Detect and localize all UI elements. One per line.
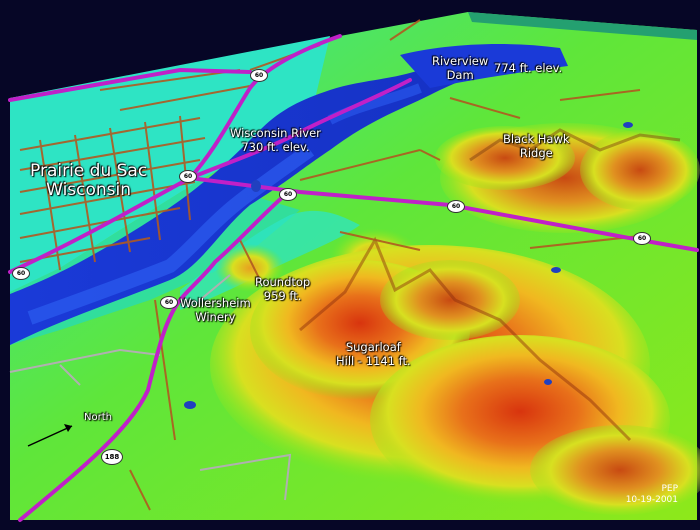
highway-shield-icon: 188 [101,449,123,465]
river-label: Wisconsin River 730 ft. elev. [230,126,321,154]
sugarloaf-label: Sugarloaf Hill - 1141 ft. [336,340,411,368]
highway-shield-icon: 60 [179,170,197,183]
highway-shield-icon: 60 [279,188,297,201]
north-label: North [84,412,112,423]
roundtop-label: Roundtop 959 ft. [255,275,311,303]
dam-label: Riverview Dam [432,54,489,82]
town-label: Prairie du Sac Wisconsin [30,161,148,200]
terrain-map: 188 60 60 60 60 60 60 60 Prairie du Sac W… [0,0,700,530]
highway-shield-icon: 60 [633,232,651,245]
highway-shield-icon: 60 [250,69,268,82]
credit-signature: PEP 10-19-2001 [625,484,678,505]
highway-shield-icon: 60 [160,296,178,309]
highway-shield-icon: 60 [447,200,465,213]
dam-elevation-label: 774 ft. elev. [494,61,563,75]
ridge-label: Black Hawk Ridge [503,132,570,160]
highway-shield-icon: 60 [12,267,30,280]
winery-label: Wollersheim Winery [180,296,251,324]
